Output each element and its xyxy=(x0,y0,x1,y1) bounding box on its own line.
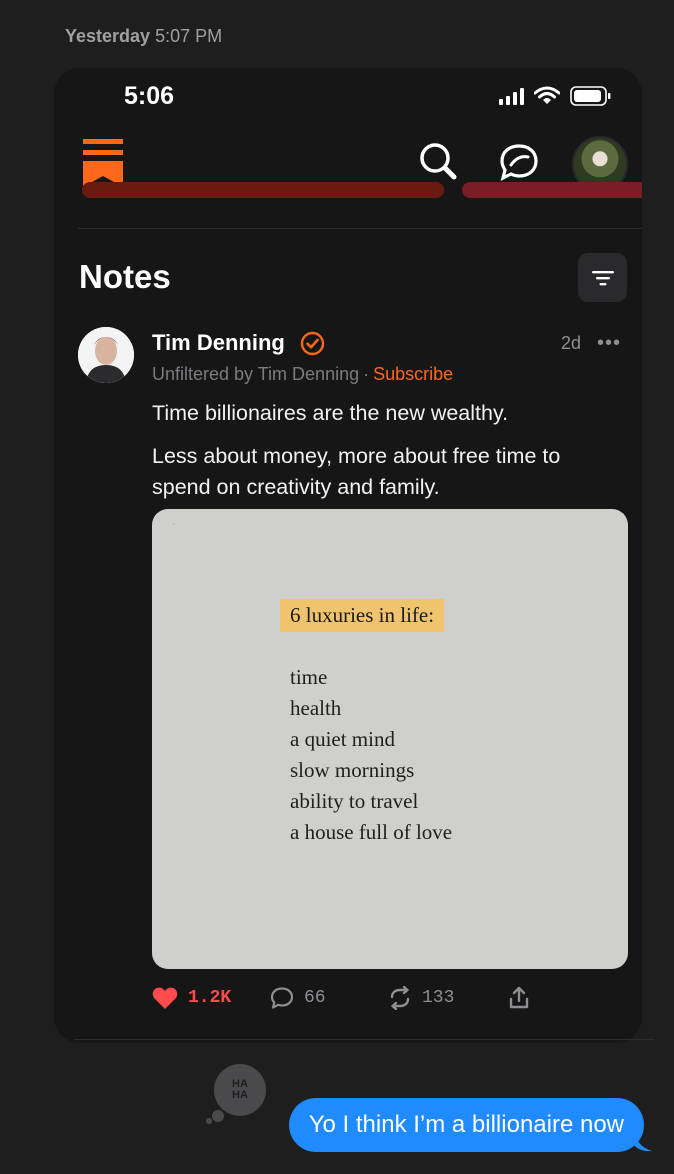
tab-pill[interactable] xyxy=(82,182,444,198)
post-paragraph: Less about money, more about free time t… xyxy=(152,444,561,499)
like-button[interactable]: 1.2K xyxy=(152,986,270,1010)
author-photo xyxy=(78,327,134,383)
shared-screenshot[interactable]: 5:06 Notes Tim Denning 2d ••• Unfiltered… xyxy=(54,68,642,1043)
restack-button[interactable]: 133 xyxy=(388,986,508,1010)
comment-button[interactable]: 66 xyxy=(270,986,388,1010)
comment-count: 66 xyxy=(304,988,326,1008)
reaction-tail xyxy=(206,1118,212,1124)
post-paragraph: Time billionaires are the new wealthy. xyxy=(152,401,509,425)
separator: · xyxy=(363,364,370,384)
comment-icon xyxy=(270,987,294,1009)
share-icon xyxy=(509,986,529,1009)
status-icons xyxy=(499,86,612,106)
post-image[interactable]: . 6 luxuries in life: time health a quie… xyxy=(152,509,628,969)
share-button[interactable] xyxy=(508,986,530,1010)
page-title: Notes xyxy=(79,258,171,295)
tab-strip xyxy=(54,182,642,204)
publication-line: Unfiltered by Tim Denning · Subscribe xyxy=(152,364,453,385)
divider xyxy=(78,228,642,229)
reaction-tail xyxy=(212,1110,224,1122)
search-icon[interactable] xyxy=(418,141,460,183)
timestamp: Yesterday 5:07 PM xyxy=(65,26,222,47)
tab-pill[interactable] xyxy=(462,182,642,198)
filter-icon xyxy=(591,270,614,285)
post-body: Time billionaires are the new wealthy. L… xyxy=(152,398,622,515)
post-actions: 1.2K 66 133 xyxy=(152,982,532,1014)
signal-icon xyxy=(499,87,524,105)
haha-reaction-icon[interactable]: HA HA xyxy=(214,1064,266,1116)
list-item: time xyxy=(290,665,328,689)
reaction-text: HA HA xyxy=(232,1078,248,1101)
post-age: 2d xyxy=(561,333,582,353)
restack-count: 133 xyxy=(422,988,455,1008)
heart-icon xyxy=(152,987,178,1009)
divider xyxy=(74,1039,654,1040)
more-options-icon[interactable]: ••• xyxy=(597,332,621,355)
like-count: 1.2K xyxy=(188,988,232,1008)
timestamp-time: 5:07 PM xyxy=(155,26,223,46)
list-item: health xyxy=(290,696,342,720)
restack-icon xyxy=(390,986,410,1010)
timestamp-day: Yesterday xyxy=(65,26,151,46)
author-name[interactable]: Tim Denning xyxy=(152,330,285,356)
subscribe-link[interactable]: Subscribe xyxy=(373,364,453,384)
verified-badge-icon xyxy=(300,331,325,356)
list-item: slow mornings xyxy=(290,758,415,782)
list-item: a quiet mind xyxy=(290,727,395,751)
chat-bubble-icon[interactable] xyxy=(498,141,540,183)
message-tail xyxy=(634,1130,652,1152)
message-bubble[interactable]: Yo I think I’m a billionaire now xyxy=(288,1098,644,1152)
list-item: ability to travel xyxy=(290,789,419,813)
list-item: a house full of love xyxy=(290,820,453,844)
filter-button[interactable] xyxy=(578,253,627,302)
image-heading: 6 luxuries in life: xyxy=(280,599,445,632)
battery-icon xyxy=(570,86,611,106)
status-time: 5:06 xyxy=(124,82,175,110)
image-list: time health a quiet mind slow mornings a… xyxy=(290,662,452,848)
publication-name[interactable]: Unfiltered by Tim Denning xyxy=(152,364,359,384)
substack-logo-icon[interactable] xyxy=(83,139,123,187)
wifi-icon xyxy=(534,86,560,104)
author-avatar[interactable] xyxy=(78,327,134,383)
